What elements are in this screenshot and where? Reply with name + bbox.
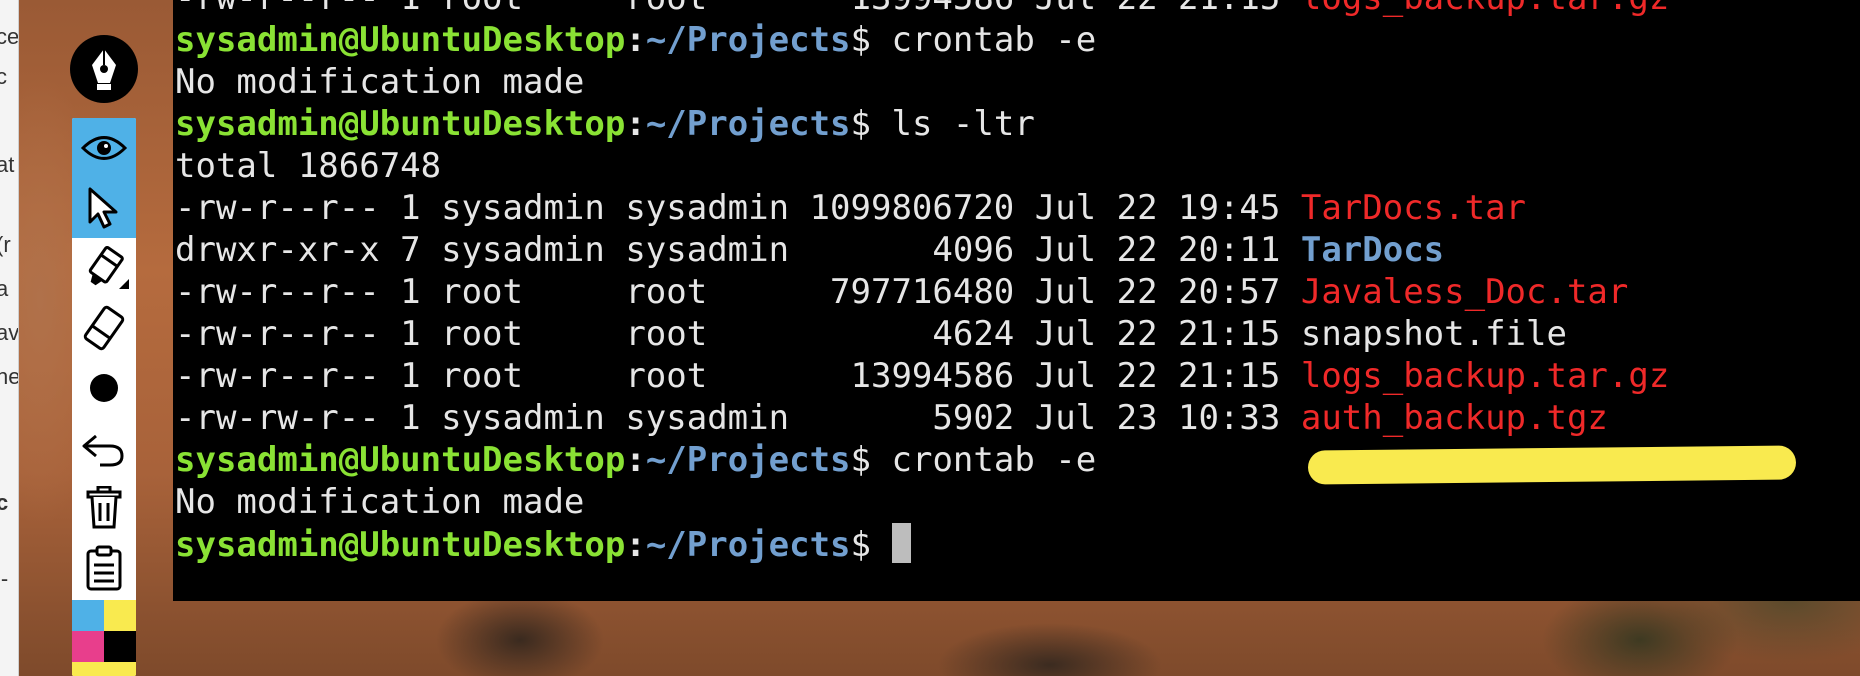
prompt-symbol: $ <box>850 104 872 144</box>
ls-filename: Javaless_Doc.tar <box>1300 272 1629 312</box>
ls-meta: -rw-r--r-- 1 root root 797716480 Jul 22 … <box>175 272 1301 312</box>
bg-text-fragment: at <box>0 152 15 177</box>
bg-text-fragment: a <box>0 276 8 302</box>
prompt-separator: : <box>625 440 646 480</box>
prompt-user-host: sysadmin@UbuntuDesktop <box>175 440 626 480</box>
trash-icon <box>86 486 122 529</box>
ls-entry: drwxr-xr-x 7 sysadmin sysadmin 4096 Jul … <box>175 229 1669 271</box>
color-swatch-black[interactable] <box>104 631 136 662</box>
prompt-user-host: sysadmin@UbuntuDesktop <box>175 525 626 565</box>
fountain-pen-icon <box>92 49 116 90</box>
output-text: total 1866748 <box>175 146 442 186</box>
eraser-icon <box>83 305 125 351</box>
cursor-icon <box>88 187 118 229</box>
command-text: crontab -e <box>891 440 1097 480</box>
ls-filename: TarDocs.tar <box>1300 188 1527 228</box>
clear-button[interactable] <box>72 478 136 538</box>
prompt-path: ~/Projects <box>645 440 851 480</box>
ls-entry: -rw-r--r-- 1 root root 13994586 Jul 22 2… <box>175 355 1669 397</box>
ls-meta: -rw-r--r-- 1 root root 4624 Jul 22 21:15 <box>175 314 1301 354</box>
undo-icon <box>82 434 124 467</box>
copy-button[interactable] <box>72 538 136 598</box>
prompt-symbol: $ <box>850 440 872 480</box>
color-swatch-pink[interactable] <box>72 631 104 662</box>
yellow-highlight-annotation <box>1307 445 1797 485</box>
ls-meta: -rw-r--r-- 1 sysadmin sysadmin 109980672… <box>175 188 1301 228</box>
pointer-tool-button[interactable] <box>72 178 136 238</box>
prompt-symbol: $ <box>850 20 872 60</box>
dot-icon <box>90 374 118 402</box>
prompt-path: ~/Projects <box>645 20 851 60</box>
ls-entry: -rw-r--r-- 1 sysadmin sysadmin 109980672… <box>175 187 1669 229</box>
output-line: total 1866748 <box>175 145 1669 187</box>
ls-entry: -rw-r--r-- 1 root root 13994586 Jul 22 2… <box>175 0 1669 19</box>
pen-tool-logo[interactable] <box>70 35 138 103</box>
ls-meta: -rw-r--r-- 1 root root 13994586 Jul 22 2… <box>175 0 1301 18</box>
bg-text-fragment: av <box>0 320 19 345</box>
ls-meta: -rw-r--r-- 1 root root 13994586 Jul 22 2… <box>175 356 1301 396</box>
bg-text-fragment: i- <box>0 566 9 591</box>
ls-entry: -rw-rw-r-- 1 sysadmin sysadmin 5902 Jul … <box>175 397 1669 439</box>
highlighter-tool-button[interactable] <box>72 238 136 298</box>
bg-text-fragment: ce <box>0 24 19 49</box>
ls-filename: TarDocs <box>1300 230 1445 270</box>
output-text: No modification made <box>175 62 585 102</box>
ls-filename: auth_backup.tgz <box>1300 398 1608 438</box>
ls-filename: snapshot.file <box>1300 314 1567 354</box>
command-text: ls -ltr <box>891 104 1035 144</box>
eraser-tool-button[interactable] <box>72 298 136 358</box>
terminal-window[interactable]: -rw-r--r-- 1 root root 13994586 Jul 22 2… <box>173 0 1860 601</box>
highlighter-icon <box>88 245 129 289</box>
prompt-user-host: sysadmin@UbuntuDesktop <box>175 104 626 144</box>
terminal-cursor <box>891 523 911 563</box>
color-swatch-yellow[interactable] <box>104 600 136 631</box>
prompt-line: sysadmin@UbuntuDesktop:~/Projects$ <box>175 523 1669 565</box>
output-line: No modification made <box>175 481 1669 523</box>
prompt-path: ~/Projects <box>645 104 851 144</box>
prompt-separator: : <box>625 525 646 565</box>
ls-meta: drwxr-xr-x 7 sysadmin sysadmin 4096 Jul … <box>175 230 1301 270</box>
output-text: No modification made <box>175 482 585 522</box>
color-palette <box>72 600 136 676</box>
prompt-line: sysadmin@UbuntuDesktop:~/Projects$ cront… <box>175 19 1669 61</box>
output-line: No modification made <box>175 61 1669 103</box>
bg-text-fragment: c <box>0 490 8 516</box>
annotation-toolbar <box>72 118 136 676</box>
bg-text-fragment: ne <box>0 364 18 390</box>
ls-meta: -rw-rw-r-- 1 sysadmin sysadmin 5902 Jul … <box>175 398 1301 438</box>
background-window-edge[interactable]: ce c at (r a av ne c i- <box>0 0 19 676</box>
bg-text-fragment: (r <box>0 232 11 257</box>
ls-filename: logs_backup.tar.gz <box>1301 0 1669 18</box>
prompt-path: ~/Projects <box>645 525 851 565</box>
command-text: crontab -e <box>891 20 1097 60</box>
prompt-separator: : <box>625 104 646 144</box>
color-swatch-yellow-2[interactable] <box>72 662 136 676</box>
eye-icon <box>81 136 127 160</box>
clipboard-icon <box>86 545 122 591</box>
prompt-line: sysadmin@UbuntuDesktop:~/Projects$ ls -l… <box>175 103 1669 145</box>
bg-text-fragment: c <box>0 64 7 90</box>
eye-tool-button[interactable] <box>72 118 136 178</box>
ls-filename: logs_backup.tar.gz <box>1300 356 1670 396</box>
undo-button[interactable] <box>72 418 136 478</box>
brush-size-button[interactable] <box>72 358 136 418</box>
ls-entry: -rw-r--r-- 1 root root 4624 Jul 22 21:15… <box>175 313 1669 355</box>
prompt-user-host: sysadmin@UbuntuDesktop <box>175 20 626 60</box>
prompt-separator: : <box>625 20 646 60</box>
color-swatch-blue[interactable] <box>72 600 104 631</box>
ls-entry: -rw-r--r-- 1 root root 797716480 Jul 22 … <box>175 271 1669 313</box>
prompt-symbol: $ <box>850 525 872 565</box>
